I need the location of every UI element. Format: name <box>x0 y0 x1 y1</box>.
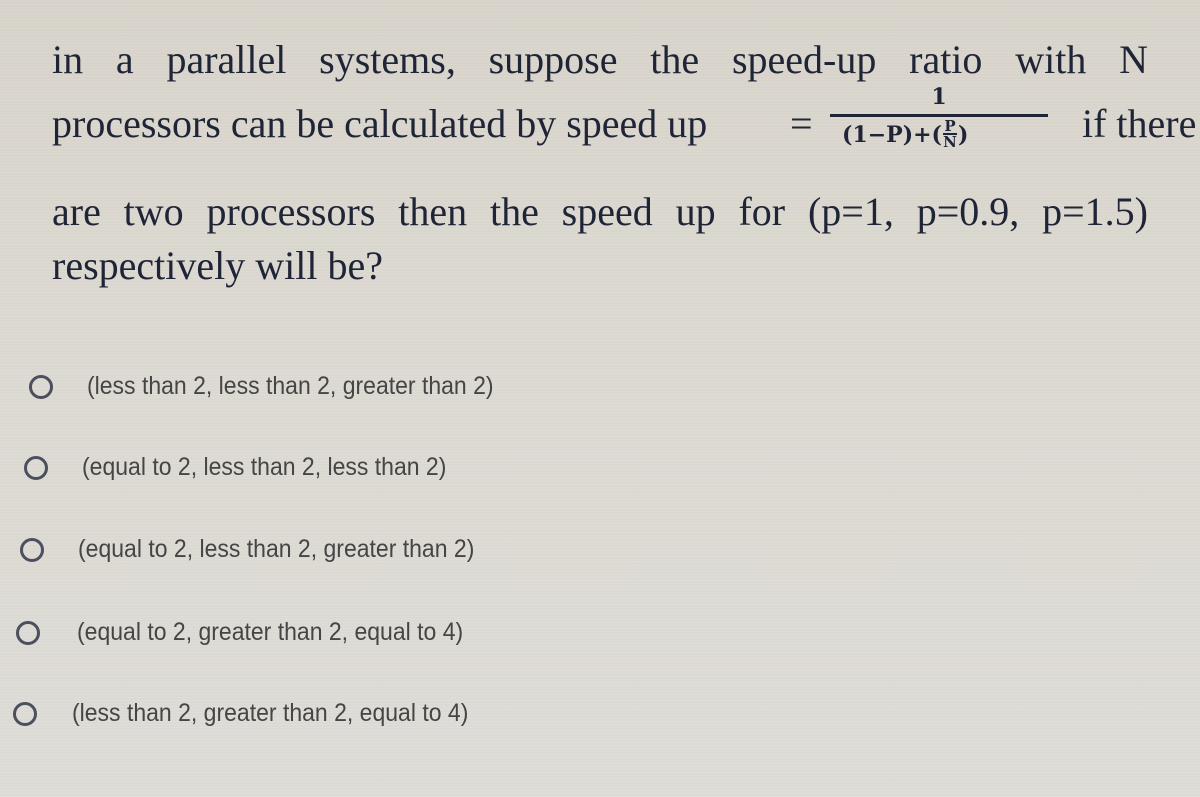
answer-option-label[interactable]: (equal to 2, greater than 2, equal to 4) <box>77 618 463 647</box>
answer-option[interactable]: (equal to 2, greater than 2, equal to 4) <box>16 618 497 647</box>
speedup-formula: 1 (1−P)+(P N) <box>830 84 1048 184</box>
question-line-2-prefix: processors can be calculated by speed up <box>52 101 708 146</box>
formula-denominator-suffix: ) <box>957 122 969 148</box>
answer-option[interactable]: (less than 2, less than 2, greater than … <box>29 372 529 401</box>
answer-option[interactable]: (equal to 2, less than 2, less than 2) <box>24 453 478 482</box>
answer-option-label[interactable]: (less than 2, less than 2, greater than … <box>87 372 494 401</box>
answer-option-label[interactable]: (less than 2, greater than 2, equal to 4… <box>72 699 468 728</box>
radio-button-icon[interactable] <box>13 701 37 726</box>
question-line-3: are two processors then the speed up for… <box>52 189 1148 234</box>
answer-option-label[interactable]: (equal to 2, less than 2, less than 2) <box>82 453 446 482</box>
question-line-1: in a parallel systems, suppose the speed… <box>52 37 1148 82</box>
question-line-4: respectively will be? <box>52 243 383 288</box>
question-line-2-suffix: if there <box>1082 101 1197 146</box>
formula-fraction-bar <box>830 114 1048 117</box>
radio-button-icon[interactable] <box>29 374 53 399</box>
answer-option[interactable]: (equal to 2, less than 2, greater than 2… <box>20 535 509 564</box>
formula-denominator-prefix: (1−P)+( <box>842 122 942 148</box>
formula-numerator: 1 <box>931 84 947 110</box>
radio-button-icon[interactable] <box>16 620 40 645</box>
answer-option[interactable]: (less than 2, greater than 2, equal to 4… <box>13 699 503 728</box>
radio-button-icon[interactable] <box>20 537 44 562</box>
formula-denominator: (1−P)+(P N) <box>842 117 969 151</box>
answer-option-label[interactable]: (equal to 2, less than 2, greater than 2… <box>78 535 474 564</box>
equals-sign: = <box>790 101 813 146</box>
formula-inner-denominator: N <box>943 133 957 151</box>
radio-button-icon[interactable] <box>24 455 48 480</box>
formula-inner-fraction: PN <box>942 117 958 151</box>
formula-inner-numerator: P <box>944 117 956 135</box>
